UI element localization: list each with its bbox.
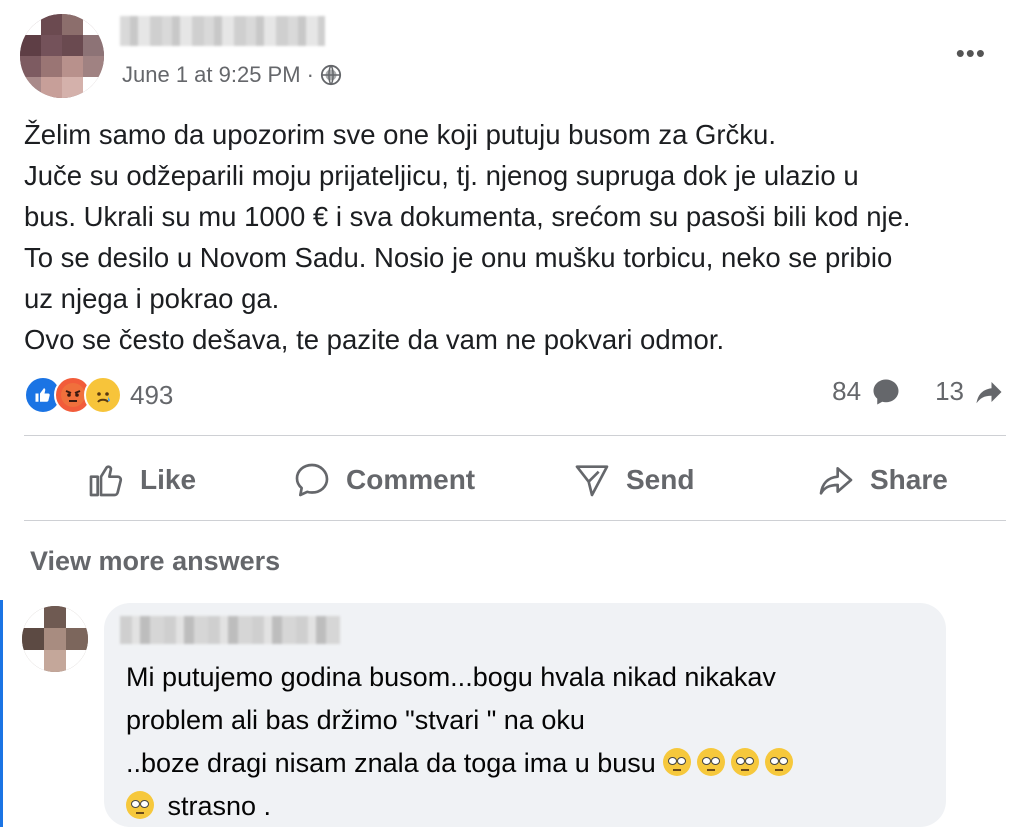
send-label: Send — [626, 464, 695, 495]
rolling-eyes-emoji-icon — [765, 748, 794, 776]
post-line: Želim samo da upozorim sve one koji putu… — [24, 119, 776, 150]
post-body: Želim samo da upozorim sve one koji putu… — [24, 114, 1014, 360]
post-line: bus. Ukrali su mu 1000 € i sva dokumenta… — [24, 201, 911, 232]
reactions-summary[interactable]: 493 — [24, 376, 173, 414]
sad-reaction-icon — [84, 376, 122, 414]
engagement-stats: 84 13 — [832, 376, 1004, 407]
divider — [24, 435, 1006, 436]
post-line: Juče su odžeparili moju prijateljicu, tj… — [24, 160, 859, 191]
comments-count[interactable]: 84 — [832, 376, 861, 407]
comment-line: Mi putujemo godina busom...bogu hvala ni… — [126, 662, 776, 692]
share-button[interactable]: Share — [816, 452, 948, 508]
comment-button[interactable]: Comment — [292, 452, 475, 508]
post-line: Ovo se često dešava, te pazite da vam ne… — [24, 324, 725, 355]
rolling-eyes-emoji-icon — [731, 748, 760, 776]
post-line: uz njega i pokrao ga. — [24, 283, 280, 314]
author-avatar[interactable] — [20, 14, 104, 98]
like-button[interactable]: Like — [86, 452, 196, 508]
reaction-count: 493 — [130, 379, 174, 410]
commenter-name-redacted[interactable] — [120, 616, 340, 644]
share-label: Share — [870, 464, 948, 495]
comment-line-with-emoji: ..boze dragi nisam znala da toga ima u b… — [126, 742, 926, 785]
comment-line-with-emoji: strasno . — [126, 785, 926, 828]
more-horizontal-icon: ••• — [955, 38, 986, 68]
comment-text: Mi putujemo godina busom...bogu hvala ni… — [126, 656, 926, 828]
view-more-answers-link[interactable]: View more answers — [30, 546, 280, 577]
post-meta: June 1 at 9:25 PM · — [122, 62, 342, 88]
comment-label: Comment — [346, 464, 476, 495]
globe-icon — [320, 64, 341, 86]
rolling-eyes-emoji-icon — [126, 791, 154, 819]
more-options-button[interactable]: ••• — [956, 38, 986, 69]
post-line: To se desilo u Novom Sadu. Nosio je onu … — [24, 242, 893, 273]
comment-thread-indicator — [0, 600, 3, 827]
share-arrow-icon — [976, 381, 1002, 403]
divider — [24, 520, 1006, 521]
comment-bubble-icon — [873, 379, 899, 404]
comment-line: problem ali bas držimo "stvari " na oku — [126, 705, 585, 735]
rolling-eyes-emoji-icon — [697, 748, 726, 776]
send-button[interactable]: Send — [572, 452, 694, 508]
thumbs-up-icon — [89, 465, 123, 497]
comment-icon — [295, 463, 329, 497]
author-name-redacted[interactable] — [120, 16, 325, 46]
send-icon — [575, 465, 609, 497]
meta-separator: · — [306, 62, 314, 87]
commenter-avatar[interactable] — [22, 606, 88, 672]
post-timestamp[interactable]: June 1 at 9:25 PM — [122, 62, 301, 88]
rolling-eyes-emoji-icon — [663, 748, 692, 776]
share-icon — [819, 467, 853, 495]
like-label: Like — [140, 464, 197, 495]
shares-count[interactable]: 13 — [935, 376, 964, 407]
